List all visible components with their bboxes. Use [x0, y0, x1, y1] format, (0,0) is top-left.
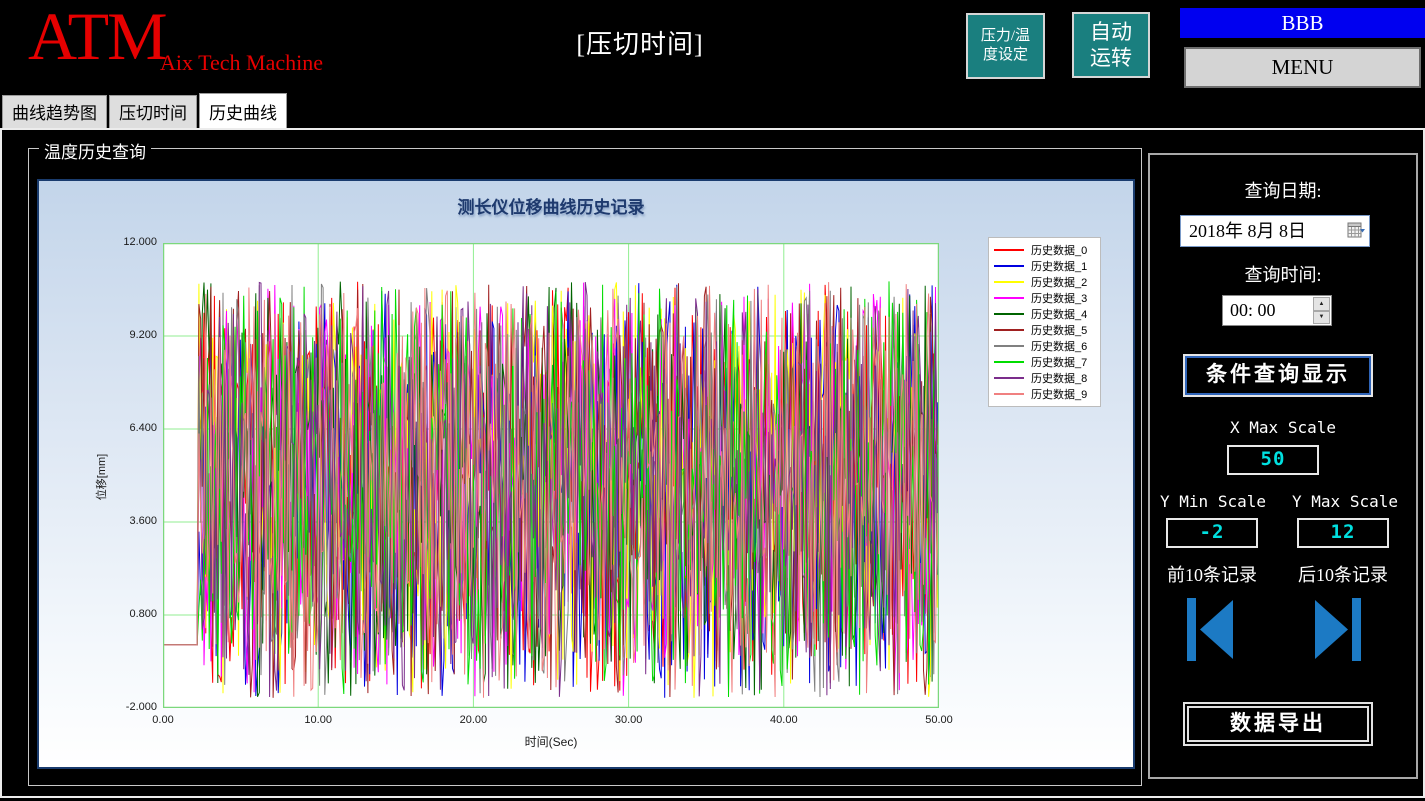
legend-label: 历史数据_4 [1031, 309, 1088, 321]
y-tick-9.200: 9.200 [129, 329, 157, 341]
x-tick-40.00: 40.00 [770, 714, 798, 726]
x-tick-0.00: 0.00 [152, 714, 174, 726]
y-tick--2.000: -2.000 [125, 701, 157, 713]
legend-swatch [994, 313, 1024, 315]
y-tick-3.600: 3.600 [129, 515, 157, 527]
chart-legend: 历史数据_0 历史数据_1 历史数据_2 历史数据_3 历史数据_4 历史数据_5 历史数据… [988, 237, 1101, 407]
pressure-temp-line2: 度设定 [982, 47, 1028, 63]
skip-next-icon [1315, 598, 1361, 661]
pressure-temp-line1: 压力/温 [980, 27, 1031, 44]
legend-label: 历史数据_7 [1031, 357, 1088, 369]
calendar-icon[interactable] [1347, 222, 1365, 239]
logo-subtitle: Aix Tech Machine [160, 50, 324, 75]
next-records-button[interactable] [1313, 598, 1361, 661]
query-time-label: 查询时间: [1244, 265, 1322, 285]
legend-swatch [994, 281, 1024, 283]
legend-item-历史数据_8: 历史数据_8 [994, 370, 1095, 386]
tab-bar: 曲线趋势图 压切时间 历史曲线 [2, 93, 289, 128]
history-chart: 测长仪位移曲线历史记录 位移[mm] 时间(Sec) 12.000 9.200 6.… [37, 179, 1135, 769]
legend-label: 历史数据_9 [1031, 389, 1088, 401]
plot-area [163, 243, 939, 708]
tab-press-cut-time[interactable]: 压切时间 [109, 95, 197, 128]
menu-button[interactable]: MENU [1184, 47, 1421, 88]
y-axis-label: 位移[mm] [96, 453, 108, 501]
legend-label: 历史数据_0 [1031, 245, 1088, 257]
groupbox-title: 温度历史查询 [39, 138, 151, 163]
legend-swatch [994, 297, 1024, 299]
auto-run-line2: 运转 [1090, 46, 1132, 70]
logo-atm: ATM [28, 0, 168, 74]
tab-curve-trend[interactable]: 曲线趋势图 [2, 95, 107, 128]
legend-item-历史数据_2: 历史数据_2 [994, 274, 1095, 290]
query-control-panel: 查询日期: 2018年 8月 8日 查询时间: 00: 00 ▲ ▼ 条件查询显… [1148, 153, 1418, 779]
legend-swatch [994, 249, 1024, 251]
next-records-label: 后10条记录 [1298, 565, 1388, 585]
legend-label: 历史数据_5 [1031, 325, 1088, 337]
query-date-value: 2018年 8月 8日 [1189, 221, 1306, 241]
legend-item-历史数据_0: 历史数据_0 [994, 242, 1095, 258]
y-max-scale-input[interactable]: 12 [1297, 518, 1389, 548]
x-tick-10.00: 10.00 [304, 714, 332, 726]
legend-swatch [994, 265, 1024, 267]
x-max-scale-label: X Max Scale [1230, 418, 1336, 437]
y-min-scale-input[interactable]: -2 [1166, 518, 1258, 548]
chart-title: 测长仪位移曲线历史记录 [457, 198, 645, 217]
legend-item-历史数据_4: 历史数据_4 [994, 306, 1095, 322]
legend-item-历史数据_7: 历史数据_7 [994, 354, 1095, 370]
y-tick-0.800: 0.800 [129, 608, 157, 620]
legend-label: 历史数据_1 [1031, 261, 1088, 273]
skip-previous-icon [1187, 598, 1233, 661]
pressure-temp-settings-button[interactable]: 压力/温 度设定 [966, 13, 1045, 79]
legend-item-历史数据_9: 历史数据_9 [994, 386, 1095, 402]
legend-label: 历史数据_3 [1031, 293, 1088, 305]
legend-label: 历史数据_8 [1031, 373, 1088, 385]
legend-item-历史数据_3: 历史数据_3 [994, 290, 1095, 306]
legend-item-历史数据_1: 历史数据_1 [994, 258, 1095, 274]
x-axis-label: 时间(Sec) [524, 735, 578, 749]
legend-item-历史数据_5: 历史数据_5 [994, 322, 1095, 338]
data-export-button[interactable]: 数据导出 [1183, 702, 1373, 746]
app-window: ATM Aix Tech Machine [压切时间] 压力/温 度设定 自动 … [0, 0, 1425, 801]
prev-records-label: 前10条记录 [1167, 565, 1257, 585]
legend-swatch [994, 345, 1024, 347]
query-time-value: 00: 00 [1230, 300, 1276, 320]
x-tick-20.00: 20.00 [459, 714, 488, 726]
x-tick-30.00: 30.00 [614, 714, 643, 726]
y-max-scale-label: Y Max Scale [1292, 492, 1398, 511]
time-spinner-buttons: ▲ ▼ [1313, 297, 1330, 324]
history-query-groupbox: 温度历史查询 测长仪位移曲线历史记录 位移[mm] 时间(Sec) 12.000… [28, 138, 1142, 786]
conditional-query-button[interactable]: 条件查询显示 [1183, 354, 1373, 397]
auto-run-line1: 自动 [1090, 19, 1132, 44]
legend-swatch [994, 393, 1024, 395]
auto-run-button[interactable]: 自动 运转 [1072, 12, 1150, 78]
legend-swatch [994, 361, 1024, 363]
spinner-up-icon[interactable]: ▲ [1313, 297, 1330, 311]
query-time-spinner[interactable]: 00: 00 ▲ ▼ [1222, 295, 1332, 326]
y-tick-12.000: 12.000 [123, 236, 157, 248]
tab-history-curve[interactable]: 历史曲线 [199, 93, 287, 128]
legend-label: 历史数据_2 [1031, 277, 1088, 289]
legend-item-历史数据_6: 历史数据_6 [994, 338, 1095, 354]
prev-records-button[interactable] [1187, 598, 1235, 661]
status-banner: BBB [1180, 8, 1425, 38]
plot-svg [163, 243, 939, 708]
y-tick-6.400: 6.400 [129, 422, 157, 434]
spinner-down-icon[interactable]: ▼ [1313, 310, 1330, 324]
legend-swatch [994, 377, 1024, 379]
x-max-scale-input[interactable]: 50 [1227, 445, 1319, 475]
query-date-picker[interactable]: 2018年 8月 8日 [1180, 215, 1370, 247]
legend-swatch [994, 329, 1024, 331]
x-tick-50.00: 50.00 [925, 714, 953, 726]
tab-page-content: 温度历史查询 测长仪位移曲线历史记录 位移[mm] 时间(Sec) 12.000… [0, 128, 1425, 798]
query-date-label: 查询日期: [1244, 181, 1322, 201]
y-min-scale-label: Y Min Scale [1160, 492, 1266, 511]
page-title: [压切时间] [576, 30, 704, 59]
legend-label: 历史数据_6 [1031, 341, 1088, 353]
